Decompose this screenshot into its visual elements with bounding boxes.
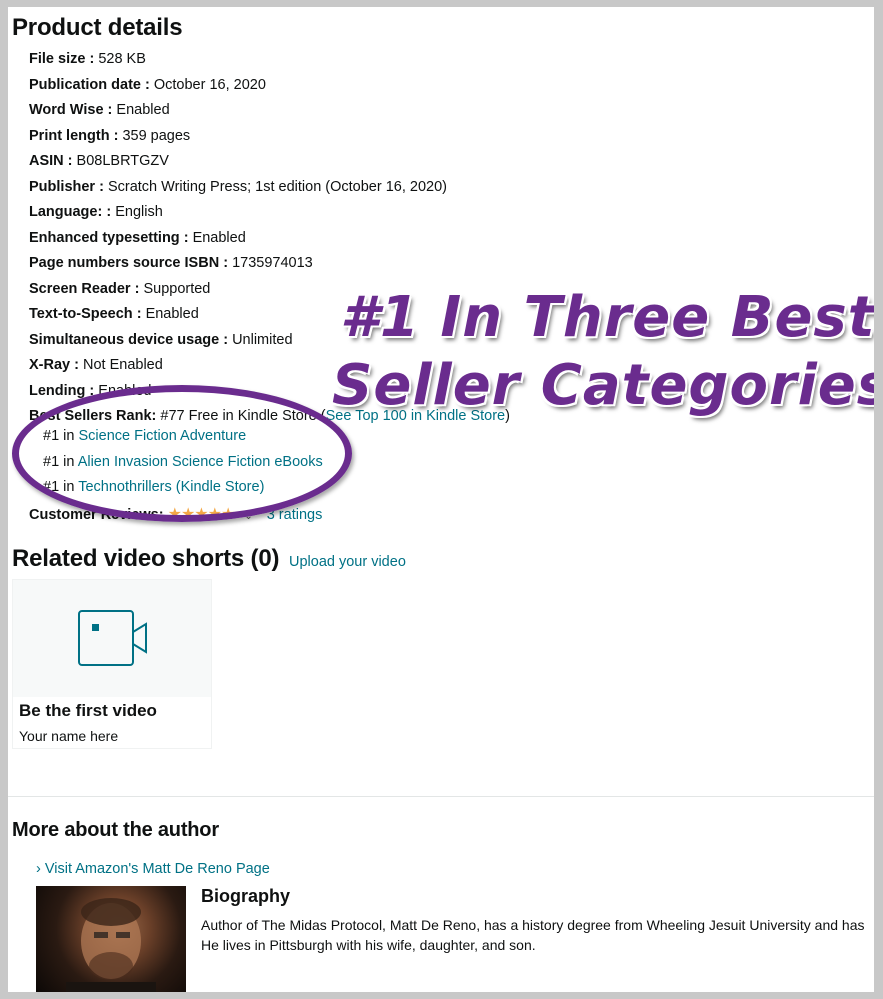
video-card-subtitle: Your name here xyxy=(19,728,119,744)
related-videos-heading: Related video shorts (0) xyxy=(12,545,280,572)
biography-title: Biography xyxy=(201,886,291,906)
detail-row-publisher: Publisher : Scratch Writing Press; 1st e… xyxy=(29,178,447,196)
detail-row-screen-reader: Screen Reader : Supported xyxy=(29,280,210,298)
author-portrait-icon xyxy=(66,898,156,992)
promo-line-1: #1 In Three Best xyxy=(340,285,874,350)
detail-row-file-size: File size : 528 KB xyxy=(29,50,146,68)
detail-value: October 16, 2020 xyxy=(153,77,266,93)
detail-label: X-Ray : xyxy=(29,357,79,373)
detail-value: Supported xyxy=(143,281,211,297)
detail-value: 528 KB xyxy=(98,51,146,67)
detail-row-print-length: Print length : 359 pages xyxy=(29,127,190,145)
detail-label: Publisher : xyxy=(29,179,104,195)
video-card-title: Be the first video xyxy=(19,701,157,720)
biography-line: He lives in Pittsburgh with his wife, da… xyxy=(201,937,536,953)
detail-value: Enabled xyxy=(116,102,170,118)
detail-row-simultaneous-usage: Simultaneous device usage : Unlimited xyxy=(29,331,293,349)
detail-value: B08LBRTGZV xyxy=(76,153,169,169)
product-details-heading: Product details xyxy=(12,14,183,41)
detail-label: Screen Reader : xyxy=(29,281,140,297)
detail-row-language: Language: : English xyxy=(29,203,163,221)
author-page-link[interactable]: › Visit Amazon's Matt De Reno Page xyxy=(36,861,270,877)
section-divider xyxy=(8,796,874,797)
detail-label: File size : xyxy=(29,51,95,67)
detail-value: 359 pages xyxy=(122,128,191,144)
detail-value: 1735974013 xyxy=(232,255,313,271)
detail-value: Unlimited xyxy=(232,332,293,348)
detail-row-asin: ASIN : B08LBRTGZV xyxy=(29,152,169,170)
detail-label: Enhanced typesetting : xyxy=(29,230,189,246)
detail-value: Not Enabled xyxy=(83,357,163,373)
detail-row-text-to-speech: Text-to-Speech : Enabled xyxy=(29,305,199,323)
video-thumbnail xyxy=(13,580,211,697)
promo-line-2: Seller Categories! xyxy=(332,353,874,418)
detail-value: Scratch Writing Press; 1st edition (Octo… xyxy=(107,179,447,195)
author-heading: More about the author xyxy=(12,819,219,841)
detail-row-publication-date: Publication date : October 16, 2020 xyxy=(29,76,266,94)
detail-label: Word Wise : xyxy=(29,102,113,118)
product-page: Product details File size : 528 KB Publi… xyxy=(8,7,874,992)
detail-label: Publication date : xyxy=(29,77,150,93)
highlight-ellipse xyxy=(12,385,352,522)
detail-label: Print length : xyxy=(29,128,119,144)
detail-label: ASIN : xyxy=(29,153,73,169)
biography-line: Author of The Midas Protocol, Matt De Re… xyxy=(201,917,865,933)
video-placeholder-card[interactable]: Be the first video Your name here xyxy=(12,579,212,749)
author-photo[interactable] xyxy=(36,886,186,992)
detail-label: Text-to-Speech : xyxy=(29,306,142,322)
video-camera-icon xyxy=(78,610,147,666)
detail-label: Language: : xyxy=(29,204,112,220)
detail-value: Enabled xyxy=(145,306,199,322)
detail-value: Enabled xyxy=(192,230,246,246)
biography-text: Author of The Midas Protocol, Matt De Re… xyxy=(201,915,874,955)
detail-value: English xyxy=(115,204,163,220)
detail-row-isbn: Page numbers source ISBN : 1735974013 xyxy=(29,254,313,272)
detail-row-enhanced-typesetting: Enhanced typesetting : Enabled xyxy=(29,229,246,247)
detail-label: Simultaneous device usage : xyxy=(29,332,229,348)
upload-video-link[interactable]: Upload your video xyxy=(289,554,406,570)
detail-row-word-wise: Word Wise : Enabled xyxy=(29,101,170,119)
detail-row-x-ray: X-Ray : Not Enabled xyxy=(29,356,163,374)
detail-label: Page numbers source ISBN : xyxy=(29,255,229,271)
